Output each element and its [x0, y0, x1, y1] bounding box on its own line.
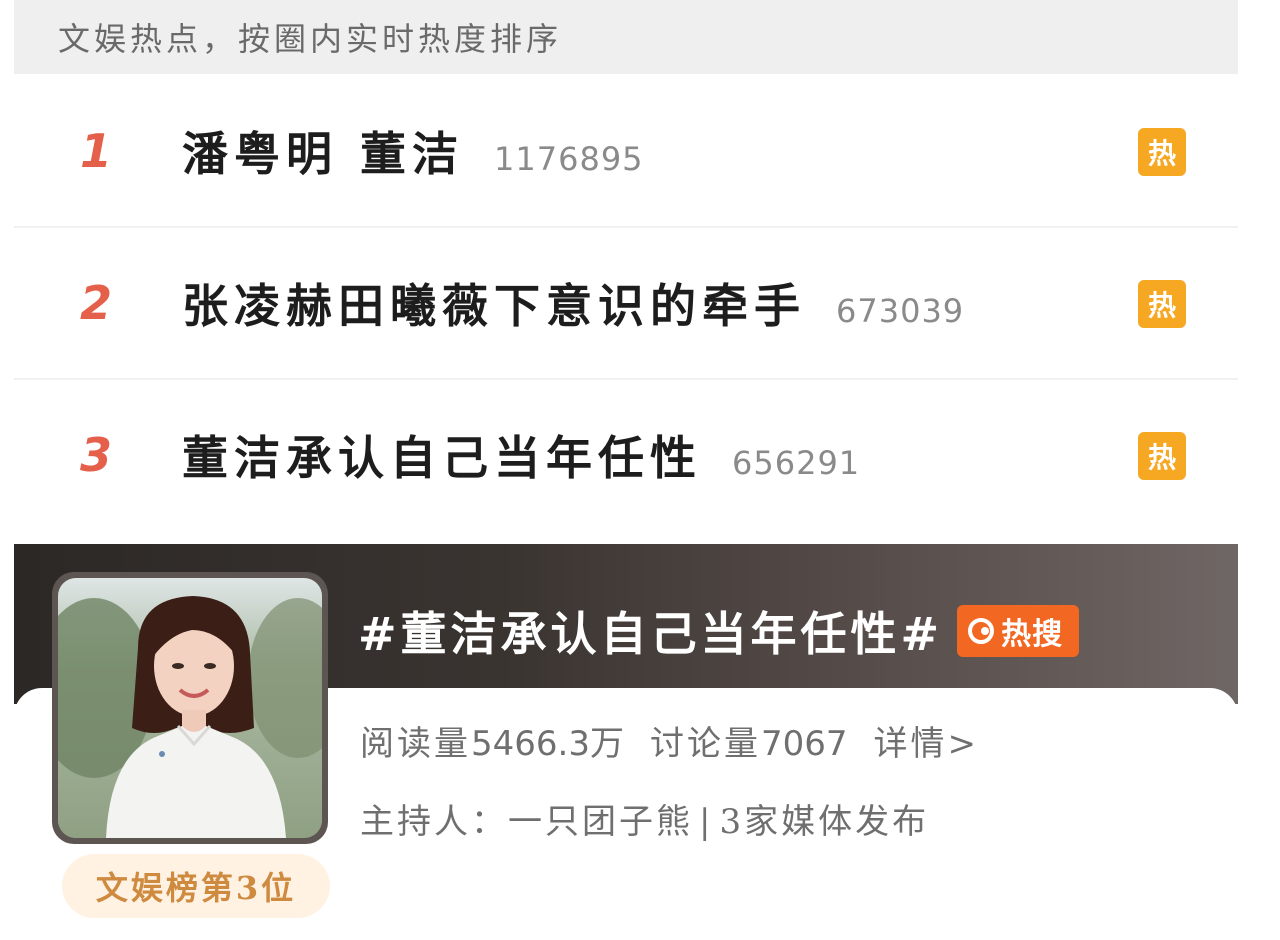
rank-title[interactable]: 潘粤明 董洁: [182, 118, 464, 184]
hot-search-badge: 热搜: [957, 605, 1080, 657]
discuss-label: 讨论量: [649, 724, 761, 764]
rank-tag: 文娱榜第3位: [62, 854, 330, 918]
rank-title-group: 张凌赫田曦薇下意识的牵手 673039: [182, 270, 964, 336]
rank-title-group: 潘粤明 董洁 1176895: [182, 118, 644, 184]
host-name[interactable]: 一只团子熊: [508, 794, 693, 843]
rank-number: 3: [80, 428, 113, 482]
hot-badge: 热: [1138, 280, 1186, 328]
topic-title[interactable]: #董洁承认自己当年任性#: [358, 598, 943, 664]
rank-title-group: 董洁承认自己当年任性 656291: [182, 422, 860, 488]
media-text[interactable]: 3家媒体发布: [719, 794, 929, 843]
person-photo-icon: [58, 578, 322, 838]
rank-list: 1 潘粤明 董洁 1176895 热 2 张凌赫田曦薇下意识的牵手 673039…: [14, 76, 1238, 532]
read-value: 5466.3万: [471, 724, 624, 764]
heat-count: 656291: [732, 444, 861, 482]
hot-search-icon: [968, 618, 995, 644]
rank-title[interactable]: 董洁承认自己当年任性: [182, 422, 702, 488]
stats-line: 阅读量 5466.3万 讨论量 7067 详情>: [360, 716, 979, 765]
read-label: 阅读量: [360, 724, 471, 764]
avatar: [58, 578, 322, 838]
topic-title-group: #董洁承认自己当年任性# 热搜: [358, 598, 1080, 664]
discuss-value: 7067: [760, 724, 848, 764]
host-separator: |: [699, 802, 714, 842]
rank-row-1[interactable]: 1 潘粤明 董洁 1176895 热: [14, 76, 1238, 228]
host-line: 主持人： 一只团子熊 | 3家媒体发布: [360, 794, 929, 843]
list-header: 文娱热点，按圈内实时热度排序: [14, 0, 1238, 74]
heat-count: 1176895: [494, 140, 644, 178]
heat-count: 673039: [836, 292, 965, 330]
topic-card[interactable]: 文娱榜第3位 #董洁承认自己当年任性# 热搜 阅读量 5466.3万 讨论量 7…: [14, 544, 1238, 940]
avatar-frame[interactable]: [52, 572, 328, 844]
detail-link[interactable]: 详情>: [874, 716, 980, 765]
hot-badge: 热: [1138, 128, 1186, 176]
rank-row-3[interactable]: 3 董洁承认自己当年任性 656291 热: [14, 380, 1238, 532]
rank-title[interactable]: 张凌赫田曦薇下意识的牵手: [182, 270, 806, 336]
hot-search-label: 热搜: [1001, 617, 1064, 652]
hot-badge: 热: [1138, 432, 1186, 480]
hot-list-page: 文娱热点，按圈内实时热度排序 1 潘粤明 董洁 1176895 热 2 张凌赫田…: [0, 0, 1280, 940]
rank-tag-text: 文娱榜第3位: [95, 869, 297, 907]
rank-number: 2: [80, 276, 113, 330]
host-label: 主持人：: [360, 802, 508, 842]
list-header-text: 文娱热点，按圈内实时热度排序: [58, 20, 563, 58]
rank-number: 1: [80, 124, 113, 178]
rank-row-2[interactable]: 2 张凌赫田曦薇下意识的牵手 673039 热: [14, 228, 1238, 380]
